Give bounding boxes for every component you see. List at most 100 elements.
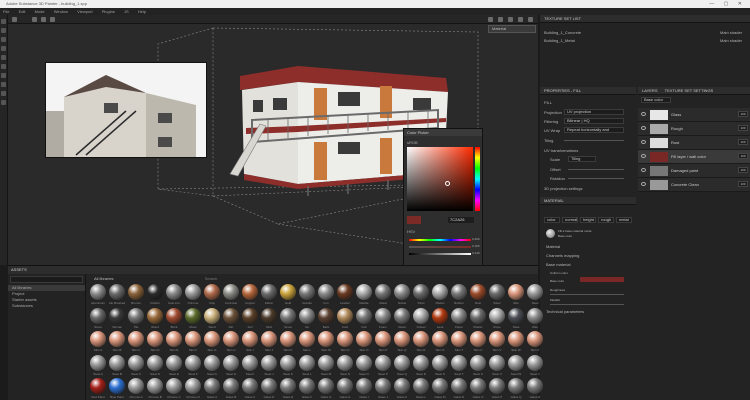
material-thumbnail[interactable]: Chrome bbox=[183, 283, 203, 306]
projection-settings-section[interactable]: 3D projection settings bbox=[544, 186, 582, 191]
material-thumbnail[interactable]: Granite bbox=[297, 283, 317, 306]
filtering-select[interactable]: Bilinear | HQ bbox=[564, 118, 624, 124]
material-thumbnail[interactable]: Concrete bbox=[221, 283, 241, 306]
eye-icon[interactable] bbox=[498, 17, 503, 22]
material-thumbnail[interactable]: Skin C bbox=[126, 330, 146, 353]
layer-row-selected[interactable]: Fill layer / wall color 100 bbox=[638, 150, 750, 164]
texture-set-item[interactable]: Building_1_Concrete bbox=[544, 30, 581, 35]
layer-row[interactable]: Rough 100 bbox=[638, 122, 750, 136]
material-thumbnail[interactable]: Glass M bbox=[430, 377, 450, 400]
material-thumbnail[interactable]: Slate bbox=[506, 307, 526, 330]
layer-row[interactable]: Damaged paint 100 bbox=[638, 164, 750, 178]
material-thumbnail[interactable]: Steel X bbox=[525, 354, 545, 377]
layer-opacity[interactable]: 100 bbox=[738, 111, 748, 117]
eye-icon[interactable] bbox=[641, 112, 646, 116]
material-thumbnail[interactable]: Gravel bbox=[411, 307, 431, 330]
assets-search[interactable]: Search bbox=[205, 276, 218, 281]
material-thumbnail[interactable]: Glass N bbox=[449, 377, 469, 400]
material-thumbnail[interactable]: Steel M bbox=[316, 354, 336, 377]
texture-set-shader[interactable]: Main shader bbox=[720, 30, 742, 35]
material-thumbnail[interactable]: Steel D bbox=[145, 354, 165, 377]
material-thumbnail[interactable]: Steel S bbox=[430, 354, 450, 377]
material-thumbnail[interactable]: Skin A bbox=[88, 330, 108, 353]
material-thumbnail[interactable]: Iron bbox=[316, 283, 336, 306]
texture-set-item[interactable]: Building_1_Metal bbox=[544, 38, 575, 43]
material-thumbnail[interactable]: Metal bbox=[373, 283, 393, 306]
smudge-tool-icon[interactable] bbox=[1, 55, 6, 60]
material-thumbnail[interactable]: Steel V bbox=[487, 354, 507, 377]
material-thumbnail[interactable]: Cast iron bbox=[164, 283, 184, 306]
material-thumbnail[interactable]: Fabric bbox=[259, 283, 279, 306]
menu-viewport[interactable]: Viewport bbox=[77, 9, 93, 14]
material-thumbnail[interactable]: Tile bbox=[126, 307, 146, 330]
layer-opacity[interactable]: 100 bbox=[738, 181, 748, 187]
material-thumbnail[interactable]: Glass Q bbox=[506, 377, 526, 400]
tree-search-input[interactable] bbox=[10, 276, 83, 283]
material-thumbnail[interactable]: Soil bbox=[240, 307, 260, 330]
tab-layers[interactable]: LAYERS bbox=[642, 88, 658, 93]
select-icon[interactable] bbox=[12, 17, 17, 22]
material-thumbnail[interactable]: Sand bbox=[202, 307, 222, 330]
material-thumbnail[interactable]: Steel F bbox=[183, 354, 203, 377]
scale-icon[interactable] bbox=[50, 17, 55, 22]
settings-icon[interactable] bbox=[528, 17, 533, 22]
material-thumbnail[interactable]: Rust bbox=[468, 283, 488, 306]
camera-icon[interactable] bbox=[508, 17, 513, 22]
material-thumbnail[interactable]: Glass C bbox=[240, 377, 260, 400]
saturation-channel-slider[interactable] bbox=[409, 246, 471, 248]
menu-plugins[interactable]: Plugins bbox=[102, 9, 115, 14]
material-thumbnail[interactable]: Glass P bbox=[487, 377, 507, 400]
menu-js[interactable]: JS bbox=[124, 9, 129, 14]
material-thumbnail[interactable]: Plaster bbox=[468, 307, 488, 330]
material-thumbnail[interactable]: Silver bbox=[487, 283, 507, 306]
assets-path[interactable]: All libraries bbox=[94, 276, 114, 281]
material-thumbnail[interactable]: Blue Paint bbox=[107, 377, 127, 400]
material-thumbnail[interactable]: Steel T bbox=[449, 354, 469, 377]
material-thumbnail[interactable]: Steel Q bbox=[392, 354, 412, 377]
selection-tool-icon[interactable] bbox=[1, 82, 6, 87]
material-thumbnail[interactable]: Skin N bbox=[335, 330, 355, 353]
material-thumbnail[interactable]: Steel H bbox=[221, 354, 241, 377]
base-material-section[interactable]: Base material bbox=[546, 262, 570, 267]
material-thumbnail[interactable]: Skin W bbox=[506, 330, 526, 353]
metallic-slider[interactable] bbox=[550, 304, 624, 305]
channel-normal-button[interactable]: normal bbox=[562, 217, 578, 223]
layer-opacity[interactable]: 100 bbox=[738, 167, 748, 173]
material-thumbnail[interactable]: Steel G bbox=[202, 354, 222, 377]
material-thumbnail[interactable]: Moss bbox=[183, 307, 203, 330]
tab-texture-set-settings[interactable]: TEXTURE SET SETTINGS bbox=[665, 88, 714, 93]
grid-icon[interactable] bbox=[488, 17, 493, 22]
material-thumbnail[interactable]: Skin F bbox=[183, 330, 203, 353]
viewport-mode-select[interactable]: Material bbox=[488, 25, 536, 33]
material-thumbnail[interactable]: Paint bbox=[411, 283, 431, 306]
material-thumbnail[interactable]: Steel N bbox=[335, 354, 355, 377]
material-thumbnail[interactable]: Red Paint bbox=[88, 377, 108, 400]
color-cursor[interactable] bbox=[445, 181, 450, 186]
material-thumbnail[interactable]: Chrome D bbox=[183, 377, 203, 400]
material-thumbnail[interactable]: Plastic bbox=[430, 283, 450, 306]
layer-opacity[interactable]: 100 bbox=[738, 125, 748, 131]
material-thumbnail[interactable]: Skin E bbox=[164, 330, 184, 353]
material-thumbnail[interactable]: Glass bbox=[392, 307, 412, 330]
material-thumbnail[interactable]: Steel K bbox=[278, 354, 298, 377]
material-thumbnail[interactable]: Leather bbox=[335, 283, 355, 306]
material-thumbnail[interactable]: Stone bbox=[88, 307, 108, 330]
scale-mode-select[interactable]: Tiling bbox=[568, 156, 596, 162]
material-thumbnail[interactable]: Glass R bbox=[525, 377, 545, 400]
material-thumbnail[interactable]: Carbon bbox=[145, 283, 165, 306]
material-preview-ball[interactable] bbox=[546, 229, 555, 238]
technical-section[interactable]: Technical parameters bbox=[546, 309, 584, 314]
material-thumbnail[interactable]: Skin H bbox=[221, 330, 241, 353]
uv-transform-section[interactable]: UV transformations bbox=[544, 148, 578, 153]
material-thumbnail[interactable]: Glass J bbox=[373, 377, 393, 400]
material-thumbnail[interactable]: Glass L bbox=[411, 377, 431, 400]
material-thumbnail[interactable]: Steel W bbox=[506, 354, 526, 377]
hex-input[interactable]: 7C2A26 bbox=[448, 217, 474, 223]
material-thumbnail[interactable]: Glass B bbox=[221, 377, 241, 400]
material-thumbnail[interactable]: Skin B bbox=[107, 330, 127, 353]
material-thumbnail[interactable]: Chrome C bbox=[164, 377, 184, 400]
material-thumbnail[interactable]: Skin U bbox=[468, 330, 488, 353]
material-thumbnail[interactable]: Glass O bbox=[468, 377, 488, 400]
base-color-swatch[interactable] bbox=[580, 277, 624, 282]
move-icon[interactable] bbox=[32, 17, 37, 22]
